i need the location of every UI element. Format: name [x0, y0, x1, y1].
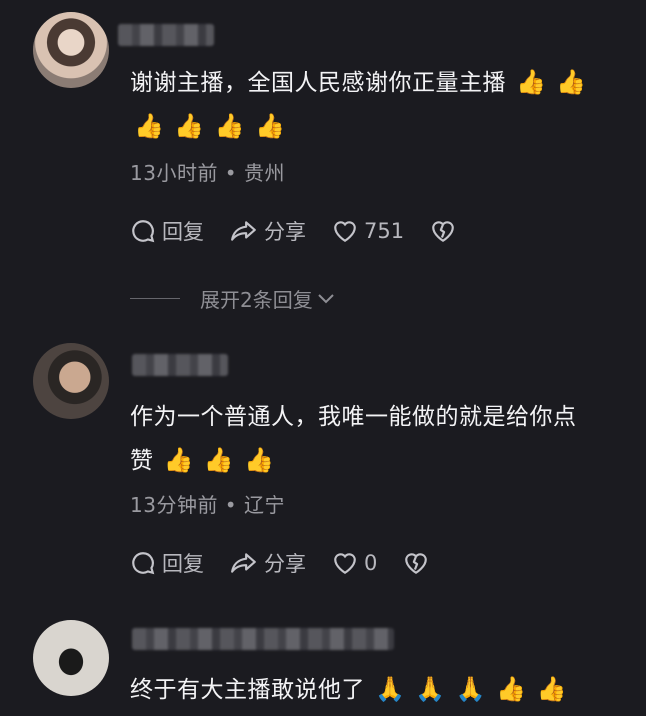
thumbs-up-icon: 👍 [556, 68, 587, 96]
share-label: 分享 [264, 552, 306, 576]
divider-line [130, 298, 180, 299]
comment-text-content: 终于有大主播敢说他了 [130, 677, 365, 703]
comment-meta: 13分钟前 • 辽宁 [130, 493, 285, 517]
reply-icon [132, 552, 155, 575]
broken-heart-icon [432, 221, 454, 242]
share-button[interactable]: 分享 [230, 548, 306, 578]
share-label: 分享 [264, 220, 306, 244]
thumbs-up-icon: 👍 [203, 446, 235, 474]
thumbs-up-icon: 👍 [174, 112, 205, 140]
expand-replies-label: 展开2条回复 [200, 288, 313, 312]
thumbs-up-icon: 👍 [214, 112, 246, 140]
thumbs-up-icon: 👍 [496, 675, 527, 703]
avatar[interactable] [33, 12, 109, 88]
thumbs-up-icon: 👍 [536, 675, 567, 703]
share-icon [231, 221, 256, 241]
chevron-down-icon [318, 293, 334, 303]
dislike-button[interactable] [403, 551, 435, 575]
username-blurred[interactable] [132, 628, 394, 650]
reply-button[interactable]: 回复 [130, 548, 204, 578]
comment-text: 终于有大主播敢说他了 🙏 🙏 🙏 👍 👍 [130, 668, 630, 712]
praying-hands-icon: 🙏 [455, 675, 487, 703]
praying-hands-icon: 🙏 [415, 675, 446, 703]
comment-item: 谢谢主播，全国人民感谢你正量主播 👍 👍 👍 👍 👍 👍 13小时前 • 贵州 回复 分享… [0, 0, 646, 312]
share-icon [231, 553, 256, 573]
avatar[interactable] [33, 343, 109, 419]
broken-heart-icon [405, 553, 428, 574]
heart-icon [334, 221, 356, 243]
thumbs-up-icon: 👍 [255, 112, 286, 140]
comment-text-content: 赞 [130, 448, 154, 474]
thumbs-up-icon: 👍 [134, 112, 165, 140]
comment-text-content: 作为一个普通人，我唯一能做的就是给你点 [130, 404, 577, 430]
share-button[interactable]: 分享 [230, 216, 306, 246]
comment-text: 作为一个普通人，我唯一能做的就是给你点 赞 👍 👍 👍 [130, 396, 630, 483]
comment-text: 谢谢主播，全国人民感谢你正量主播 👍 👍 👍 👍 👍 👍 [130, 61, 630, 149]
heart-icon [334, 553, 356, 575]
thumbs-up-icon: 👍 [244, 446, 275, 474]
username-blurred[interactable] [132, 354, 228, 376]
expand-replies-button[interactable]: 展开2条回复 [130, 284, 335, 313]
comment-actions: 回复 分享 751 [130, 213, 488, 249]
reply-label: 回复 [162, 552, 204, 576]
thumbs-up-icon: 👍 [163, 446, 194, 474]
like-button[interactable]: 0 [332, 551, 377, 575]
reply-button[interactable]: 回复 [130, 216, 204, 246]
comment-actions: 回复 分享 0 [130, 545, 461, 581]
dislike-button[interactable] [430, 219, 462, 243]
reply-label: 回复 [162, 220, 204, 244]
praying-hands-icon: 🙏 [375, 675, 406, 703]
comment-meta: 13小时前 • 贵州 [130, 161, 285, 185]
comment-text-content: 谢谢主播，全国人民感谢你正量主播 [130, 70, 506, 96]
like-count: 0 [364, 551, 378, 575]
like-count: 751 [364, 219, 405, 243]
reply-icon [132, 220, 155, 243]
thumbs-up-icon: 👍 [516, 68, 547, 96]
like-button[interactable]: 751 [332, 219, 404, 243]
avatar[interactable] [33, 620, 109, 696]
username-blurred[interactable] [118, 24, 214, 46]
